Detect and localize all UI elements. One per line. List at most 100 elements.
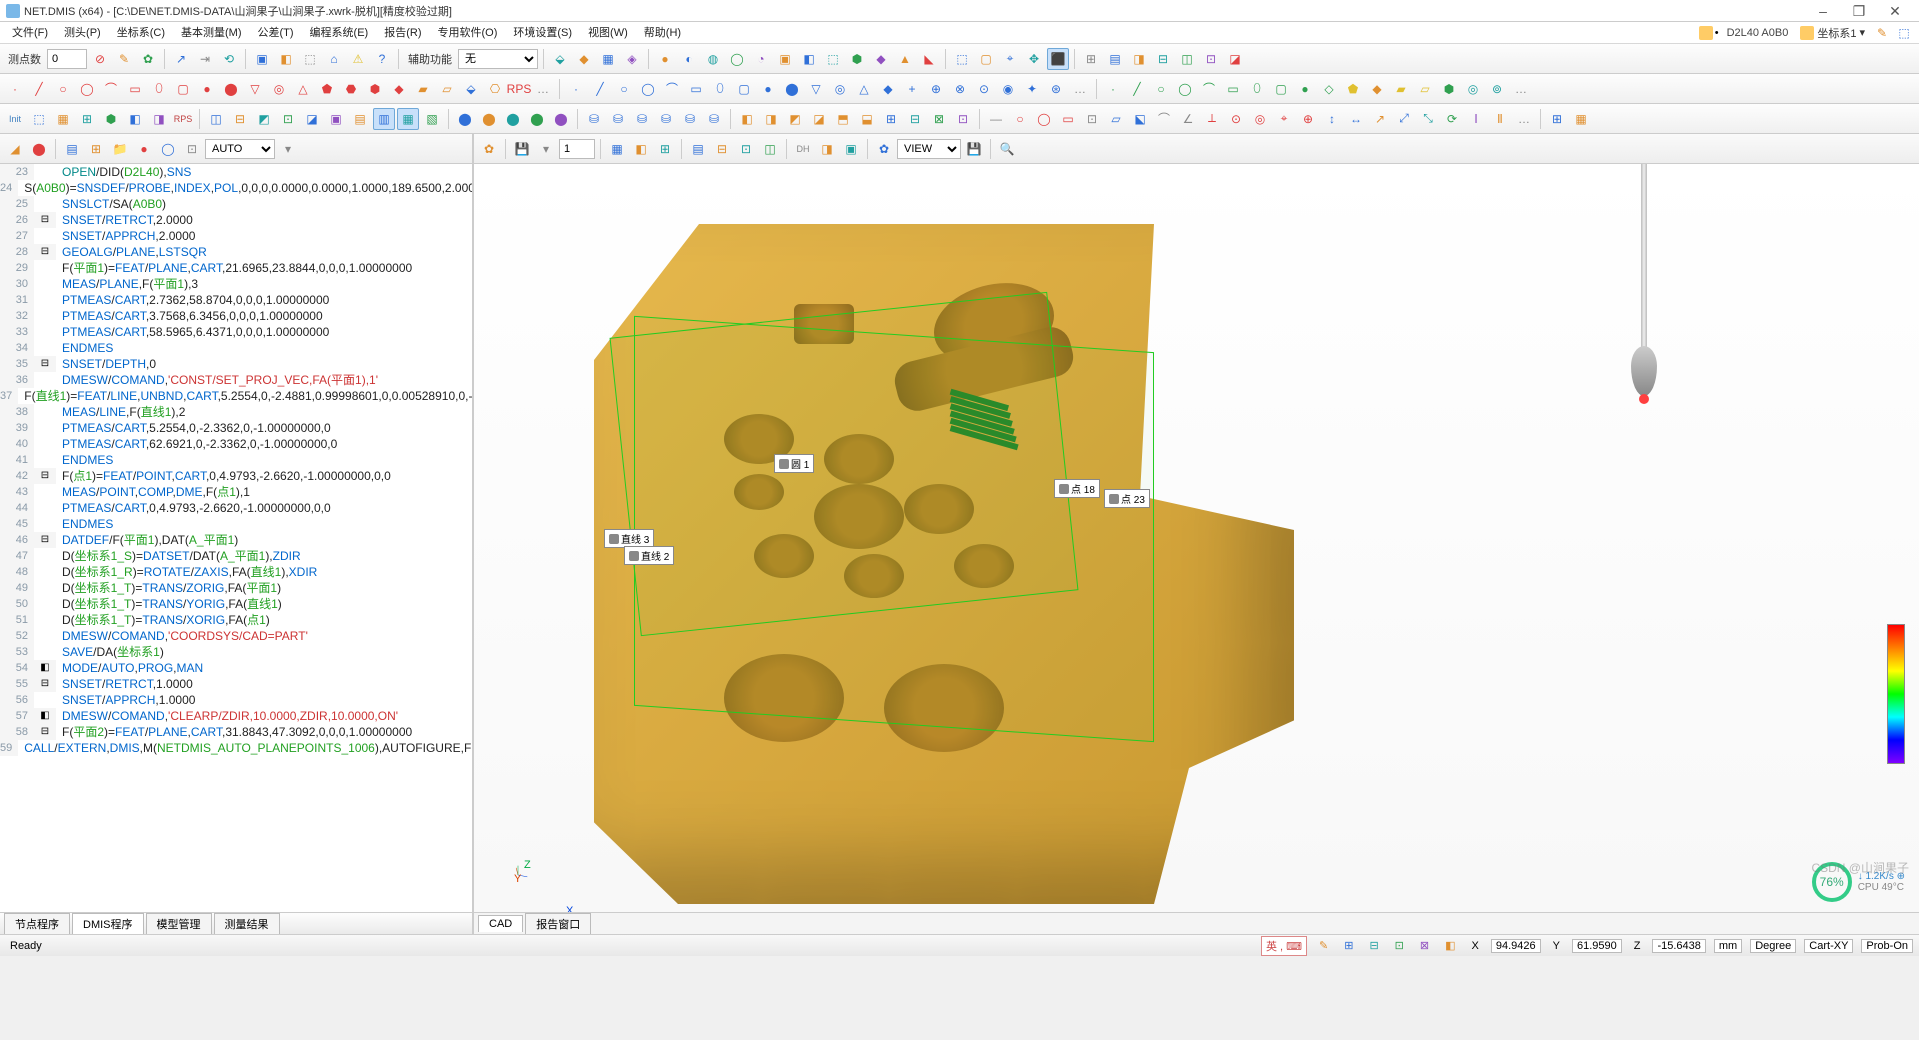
vtb-9[interactable]: ◨ (816, 138, 838, 160)
tb1-obj-5[interactable]: ◔ (750, 48, 772, 70)
status-icon-5[interactable]: ⊠ (1416, 939, 1433, 952)
tb3-16[interactable]: ▧ (421, 108, 443, 130)
tb1-obj-9[interactable]: ⬢ (846, 48, 868, 70)
tb2-c15[interactable]: + (901, 78, 923, 100)
cad-viewport[interactable]: 圆 1 直线 3 直线 2 点 18 点 23 (474, 164, 1919, 912)
fold-gutter-icon[interactable]: ⊟ (34, 212, 56, 228)
view-select[interactable]: VIEW (897, 139, 961, 159)
points-input[interactable] (47, 49, 87, 69)
tb3-t11[interactable]: ⊙ (1225, 108, 1247, 130)
tb3-e2[interactable]: ▦ (1570, 108, 1592, 130)
tb2-cone[interactable]: ▽ (244, 78, 266, 100)
tb1-btn-box[interactable]: ▣ (251, 48, 273, 70)
vtb-5[interactable]: ▤ (687, 138, 709, 160)
annot-circle1[interactable]: 圆 1 (774, 454, 814, 473)
status-icon-1[interactable]: ✎ (1315, 939, 1332, 952)
code-line[interactable]: 25SNSLCT/SA(A0B0) (0, 196, 472, 212)
vtb-8[interactable]: ◫ (759, 138, 781, 160)
menu-probe[interactable]: 测头(P) (56, 22, 109, 44)
code-line[interactable]: 33PTMEAS/CART,58.5965,6.4371,0,0,0,1.000… (0, 324, 472, 340)
tb1-sel-2[interactable]: ▢ (975, 48, 997, 70)
tb3-v2[interactable]: ◨ (760, 108, 782, 130)
tb3-3[interactable]: ⊞ (76, 108, 98, 130)
code-line[interactable]: 43MEAS/POINT,COMP,DME,F(点1),1 (0, 484, 472, 500)
tb2-c5[interactable]: ⌒ (661, 78, 683, 100)
tb3-2[interactable]: ▦ (52, 108, 74, 130)
close-button[interactable]: ✕ (1877, 1, 1913, 21)
tb2-s14[interactable]: ⬟ (316, 78, 338, 100)
tb1-btn-1[interactable]: ⊘ (89, 48, 111, 70)
code-line[interactable]: 49D(坐标系1_T)=TRANS/ZORIG,FA(平面1) (0, 580, 472, 596)
tb1-btn-help[interactable]: ? (371, 48, 393, 70)
code-line[interactable]: 35⊟SNSET/DEPTH,0 (0, 356, 472, 372)
code-line[interactable]: 24S(A0B0)=SNSDEF/PROBE,INDEX,POL,0,0,0,0… (0, 180, 472, 196)
tb1-btn-10[interactable]: ◈ (621, 48, 643, 70)
tb3-v3[interactable]: ◩ (784, 108, 806, 130)
tb3-8[interactable]: ⊟ (229, 108, 251, 130)
tb1-btn-6[interactable]: ⬚ (299, 48, 321, 70)
fold-gutter-icon[interactable]: ⊟ (34, 724, 56, 740)
tb3-t10[interactable]: ⟂ (1201, 108, 1223, 130)
tb1-btn-warn[interactable]: ⚠ (347, 48, 369, 70)
menu-tol[interactable]: 公差(T) (250, 22, 302, 44)
vtb-1[interactable]: ✿ (478, 138, 500, 160)
tb2-ellipse[interactable]: ◯ (76, 78, 98, 100)
tb2-c20[interactable]: ✦ (1021, 78, 1043, 100)
ctb-1[interactable]: ◢ (4, 138, 26, 160)
tb2-g12[interactable]: ◆ (1366, 78, 1388, 100)
tb3-12[interactable]: ▣ (325, 108, 347, 130)
tb3-cyl5[interactable]: ⬤ (550, 108, 572, 130)
tb1-btn-3[interactable]: ✿ (137, 48, 159, 70)
code-line[interactable]: 57◧DMESW/COMAND,'CLEARP/ZDIR,10.0000,ZDI… (0, 708, 472, 724)
code-line[interactable]: 51D(坐标系1_T)=TRANS/XORIG,FA(点1) (0, 612, 472, 628)
status-unit[interactable]: mm (1714, 939, 1742, 953)
menu-view[interactable]: 视图(W) (580, 22, 636, 44)
status-angle[interactable]: Degree (1750, 939, 1796, 953)
tb3-5[interactable]: ◧ (124, 108, 146, 130)
tb2-c19[interactable]: ◉ (997, 78, 1019, 100)
ctb-folder[interactable]: 📁 (109, 138, 131, 160)
ctb-rec[interactable]: ● (133, 138, 155, 160)
tb2-s22[interactable]: RPS (508, 78, 530, 100)
tb3-cyl2[interactable]: ⬤ (478, 108, 500, 130)
tb2-cyl[interactable]: ⬤ (220, 78, 242, 100)
tb1-misc-7[interactable]: ◪ (1224, 48, 1246, 70)
tb2-circle[interactable]: ○ (52, 78, 74, 100)
tb1-obj-11[interactable]: ▲ (894, 48, 916, 70)
tb3-t17[interactable]: ↗ (1369, 108, 1391, 130)
ctb-5[interactable]: ⊡ (181, 138, 203, 160)
tb1-misc-6[interactable]: ⊡ (1200, 48, 1222, 70)
tb3-t1[interactable]: — (985, 108, 1007, 130)
tb3-14[interactable]: ▥ (373, 108, 395, 130)
csys-dropdown[interactable]: 坐标系1 ▾ (1794, 25, 1871, 41)
code-line[interactable]: 23OPEN/DID(D2L40),SNS (0, 164, 472, 180)
tb3-t3[interactable]: ◯ (1033, 108, 1055, 130)
tb2-c6[interactable]: ▭ (685, 78, 707, 100)
tb3-t5[interactable]: ⊡ (1081, 108, 1103, 130)
menu-prog[interactable]: 编程系统(E) (302, 22, 377, 44)
vtb-spin[interactable] (559, 139, 595, 159)
tb1-btn-4[interactable]: ⇥ (194, 48, 216, 70)
code-line[interactable]: 32PTMEAS/CART,3.7568,6.3456,0,0,0,1.0000… (0, 308, 472, 324)
tb1-obj-2[interactable]: ◐ (678, 48, 700, 70)
tb3-v8[interactable]: ⊟ (904, 108, 926, 130)
vtb-12[interactable]: 💾 (963, 138, 985, 160)
tb2-c4[interactable]: ◯ (637, 78, 659, 100)
maximize-button[interactable]: ❐ (1841, 1, 1877, 21)
tb1-btn-home[interactable]: ⌂ (323, 48, 345, 70)
tb1-btn-5[interactable]: ⟲ (218, 48, 240, 70)
tb3-db1[interactable]: ⛁ (583, 108, 605, 130)
menu-special[interactable]: 专用软件(O) (430, 22, 506, 44)
tb2-line[interactable]: ╱ (28, 78, 50, 100)
tb3-e1[interactable]: ⊞ (1546, 108, 1568, 130)
tb3-t22[interactable]: Ⅱ (1489, 108, 1511, 130)
ctb-dd[interactable]: ▾ (277, 138, 299, 160)
status-csys[interactable]: Cart-XY (1804, 939, 1853, 953)
ctb-4[interactable]: ◯ (157, 138, 179, 160)
tb3-t2[interactable]: ○ (1009, 108, 1031, 130)
tab-cad[interactable]: CAD (478, 915, 523, 932)
code-line[interactable]: 38MEAS/LINE,F(直线1),2 (0, 404, 472, 420)
fold-gutter-icon[interactable]: ⊟ (34, 532, 56, 548)
tab-dmisprog[interactable]: DMIS程序 (72, 913, 144, 934)
tb3-t15[interactable]: ↕ (1321, 108, 1343, 130)
